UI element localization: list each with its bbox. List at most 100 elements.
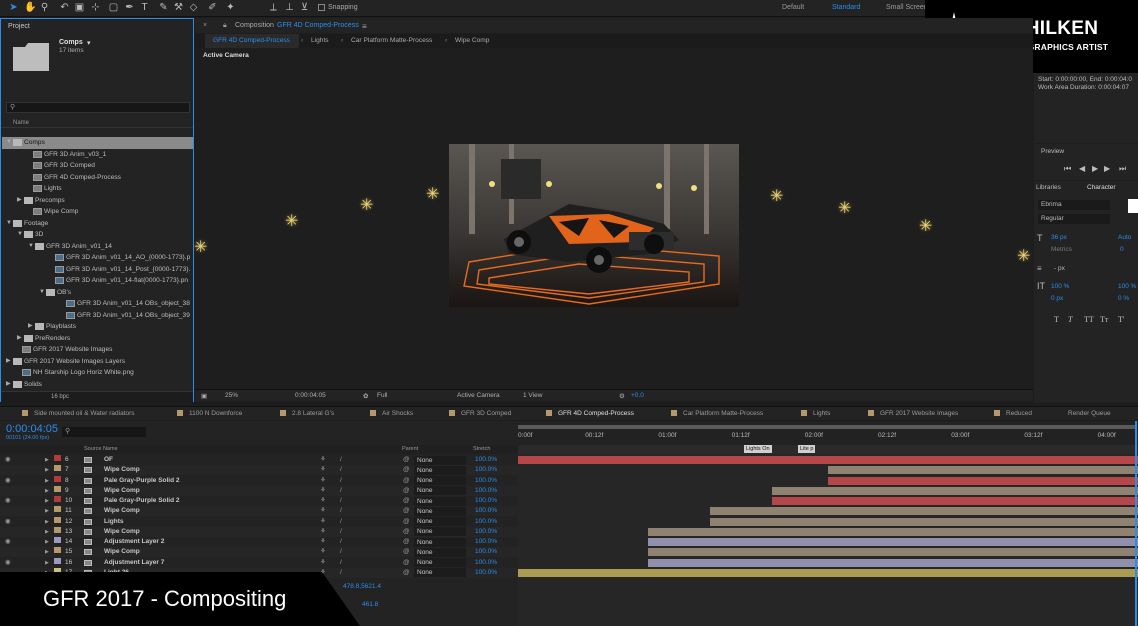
workspace-standard[interactable]: Standard bbox=[832, 4, 860, 11]
fx-switch[interactable]: / bbox=[340, 476, 342, 486]
label-color-swatch[interactable] bbox=[54, 557, 61, 564]
chevron-right-icon[interactable]: ▶ bbox=[6, 356, 11, 368]
chevron-right-icon[interactable]: ▶ bbox=[17, 333, 22, 345]
eraser-tool-icon[interactable]: ◇ bbox=[188, 2, 199, 13]
fill-color-swatch[interactable] bbox=[1128, 199, 1138, 213]
timeline-tab[interactable]: 1100 N Downforce bbox=[177, 410, 242, 417]
layer-row[interactable]: ▶ 13 Wipe Comp ⚘ / @ None 100.0% bbox=[0, 526, 518, 537]
parent-dropdown[interactable]: None bbox=[414, 517, 466, 526]
parent-dropdown[interactable]: None bbox=[414, 568, 466, 578]
resolution-dropdown[interactable]: Full bbox=[377, 392, 387, 399]
faux-bold-button[interactable]: T bbox=[1054, 315, 1059, 324]
project-item[interactable]: GFR 4D Comped-Process bbox=[2, 172, 193, 184]
project-item[interactable]: GFR 3D Anim_v03_1 bbox=[2, 149, 193, 161]
chevron-down-icon[interactable]: ▾ bbox=[87, 39, 91, 47]
shy-icon[interactable]: ⚘ bbox=[320, 558, 326, 568]
exposure-value[interactable]: +0.0 bbox=[631, 392, 644, 399]
stretch-value[interactable]: 100.0% bbox=[475, 465, 497, 475]
project-item[interactable]: ▼ 3D bbox=[2, 229, 193, 241]
timeline-tab[interactable]: Reduced bbox=[994, 410, 1032, 417]
roto-brush-tool-icon[interactable]: ✐ bbox=[207, 2, 218, 13]
step-back-icon[interactable]: ◀ bbox=[1079, 164, 1085, 173]
project-item[interactable]: ▼ Comps bbox=[2, 137, 193, 149]
chevron-right-icon[interactable]: ▶ bbox=[45, 455, 49, 465]
project-item[interactable]: ▼ GFR 3D Anim_v01_14 bbox=[2, 241, 193, 253]
hand-tool-icon[interactable]: ✋ bbox=[24, 2, 36, 13]
chevron-right-icon[interactable]: ▶ bbox=[45, 517, 49, 527]
fx-switch[interactable]: / bbox=[340, 506, 342, 516]
project-item[interactable]: ▶ Playblasts bbox=[2, 321, 193, 333]
eye-icon[interactable]: ◉ bbox=[5, 537, 11, 547]
font-size-value[interactable]: 36 px bbox=[1051, 234, 1067, 241]
view-layout-dropdown[interactable]: 1 View bbox=[523, 392, 542, 399]
puppet-tool-icon[interactable]: ✦ bbox=[225, 2, 236, 13]
rotate-tool-icon[interactable]: ↶ bbox=[59, 2, 70, 13]
layer-duration-bar[interactable] bbox=[648, 538, 1138, 546]
chevron-right-icon[interactable]: ▶ bbox=[45, 506, 49, 516]
workspace-small-screen[interactable]: Small Screen bbox=[886, 4, 928, 11]
skip-forward-icon[interactable]: ⏭ bbox=[1119, 164, 1126, 174]
layer-row[interactable]: ◉ ▶ 8 Pale Gray-Purple Solid 2 ⚘ / @ None 100.0% bbox=[0, 475, 518, 486]
parent-dropdown[interactable]: None bbox=[414, 486, 466, 496]
menu-icon[interactable]: ≡ bbox=[362, 22, 367, 31]
label-color-swatch[interactable] bbox=[54, 485, 61, 492]
layer-row[interactable]: ◉ ▶ 16 Adjustment Layer 7 ⚘ / @ None 100.0% bbox=[0, 557, 518, 568]
shy-icon[interactable]: ⚘ bbox=[320, 476, 326, 486]
view-axis-icon[interactable]: ⊻ bbox=[299, 2, 310, 13]
parent-dropdown[interactable]: None bbox=[414, 558, 466, 567]
color-channel-icon[interactable]: ✿ bbox=[363, 392, 368, 400]
project-item[interactable]: GFR 3D Anim_v01_14_AO_{0000-1773}.p bbox=[2, 252, 193, 264]
font-style-dropdown[interactable]: Regular bbox=[1038, 214, 1110, 224]
fx-switch[interactable]: / bbox=[340, 496, 342, 506]
fx-switch[interactable]: / bbox=[340, 537, 342, 547]
layer-row[interactable]: ◉ ▶ 6 OF ⚘ / @ None 100.0% bbox=[0, 455, 518, 466]
tsume-value[interactable]: 0 % bbox=[1118, 295, 1129, 302]
project-item[interactable]: ▶ GFR 2017 Website Images Layers bbox=[2, 356, 193, 368]
eye-icon[interactable]: ◉ bbox=[5, 558, 11, 568]
parent-dropdown[interactable]: None bbox=[414, 506, 466, 516]
timeline-tab[interactable]: 2.8 Lateral G's bbox=[280, 410, 334, 417]
stretch-value[interactable]: 100.0% bbox=[475, 486, 497, 496]
pickwhip-icon[interactable]: @ bbox=[403, 476, 410, 486]
chevron-right-icon[interactable]: ▶ bbox=[45, 527, 49, 537]
label-color-swatch[interactable] bbox=[54, 526, 61, 533]
playhead[interactable] bbox=[1135, 421, 1137, 626]
parent-header[interactable]: Parent bbox=[402, 446, 418, 452]
camera-tool-icon[interactable]: ▣ bbox=[74, 2, 85, 13]
layer-duration-bar[interactable] bbox=[648, 527, 1138, 536]
stretch-value[interactable]: 100.0% bbox=[475, 558, 497, 568]
tracking-value[interactable]: 0 bbox=[1120, 246, 1124, 253]
close-icon[interactable]: × bbox=[203, 22, 207, 29]
timeline-tab[interactable]: Render Queue bbox=[1068, 410, 1111, 417]
project-item[interactable]: ▼ OB's bbox=[2, 287, 193, 299]
time-ruler[interactable]: 0:00f 00:12f 01:00f 01:12f 02:00f 02:12f 03:00… bbox=[518, 421, 1138, 445]
pickwhip-icon[interactable]: @ bbox=[403, 537, 410, 547]
project-item[interactable]: GFR 3D Anim_v01_14 OBs_object_38 bbox=[2, 298, 193, 310]
project-item[interactable]: ▶ PreRenders bbox=[2, 333, 193, 345]
layer-row[interactable]: ▶ 9 Wipe Comp ⚘ / @ None 100.0% bbox=[0, 485, 518, 496]
fx-switch[interactable]: / bbox=[340, 558, 342, 568]
label-color-swatch[interactable] bbox=[54, 475, 61, 482]
pickwhip-icon[interactable]: @ bbox=[403, 496, 410, 506]
label-color-swatch[interactable] bbox=[54, 547, 61, 554]
name-column-header[interactable]: Name bbox=[13, 120, 29, 126]
project-item[interactable]: Lights bbox=[2, 183, 193, 195]
project-item[interactable]: GFR 3D Anim_v01_14 OBs_object_39 bbox=[2, 310, 193, 322]
shy-icon[interactable]: ⚘ bbox=[320, 486, 326, 496]
all-caps-button[interactable]: TT bbox=[1084, 315, 1094, 324]
timeline-search-input[interactable]: ⚲ bbox=[62, 427, 146, 437]
layer-duration-bar[interactable] bbox=[710, 507, 1138, 516]
label-color-swatch[interactable] bbox=[54, 537, 61, 543]
eye-icon[interactable]: ◉ bbox=[5, 517, 11, 527]
shy-icon[interactable]: ⚘ bbox=[320, 455, 326, 465]
layer-duration-bar[interactable] bbox=[518, 568, 1138, 577]
stretch-value[interactable]: 100.0% bbox=[475, 547, 497, 557]
superscript-button[interactable]: T' bbox=[1118, 315, 1124, 324]
marker-lights-on[interactable]: Lights On bbox=[744, 445, 772, 453]
timeline-tab[interactable]: Air Shocks bbox=[370, 410, 413, 417]
project-item[interactable]: NH Starship Logo Horiz White.png bbox=[2, 367, 193, 379]
faux-italic-button[interactable]: T bbox=[1068, 315, 1072, 324]
eye-icon[interactable]: ◉ bbox=[5, 496, 11, 506]
layer-row[interactable]: ◉ ▶ 12 Lights ⚘ / @ None 100.0% bbox=[0, 516, 518, 527]
label-color-swatch[interactable] bbox=[54, 506, 61, 513]
